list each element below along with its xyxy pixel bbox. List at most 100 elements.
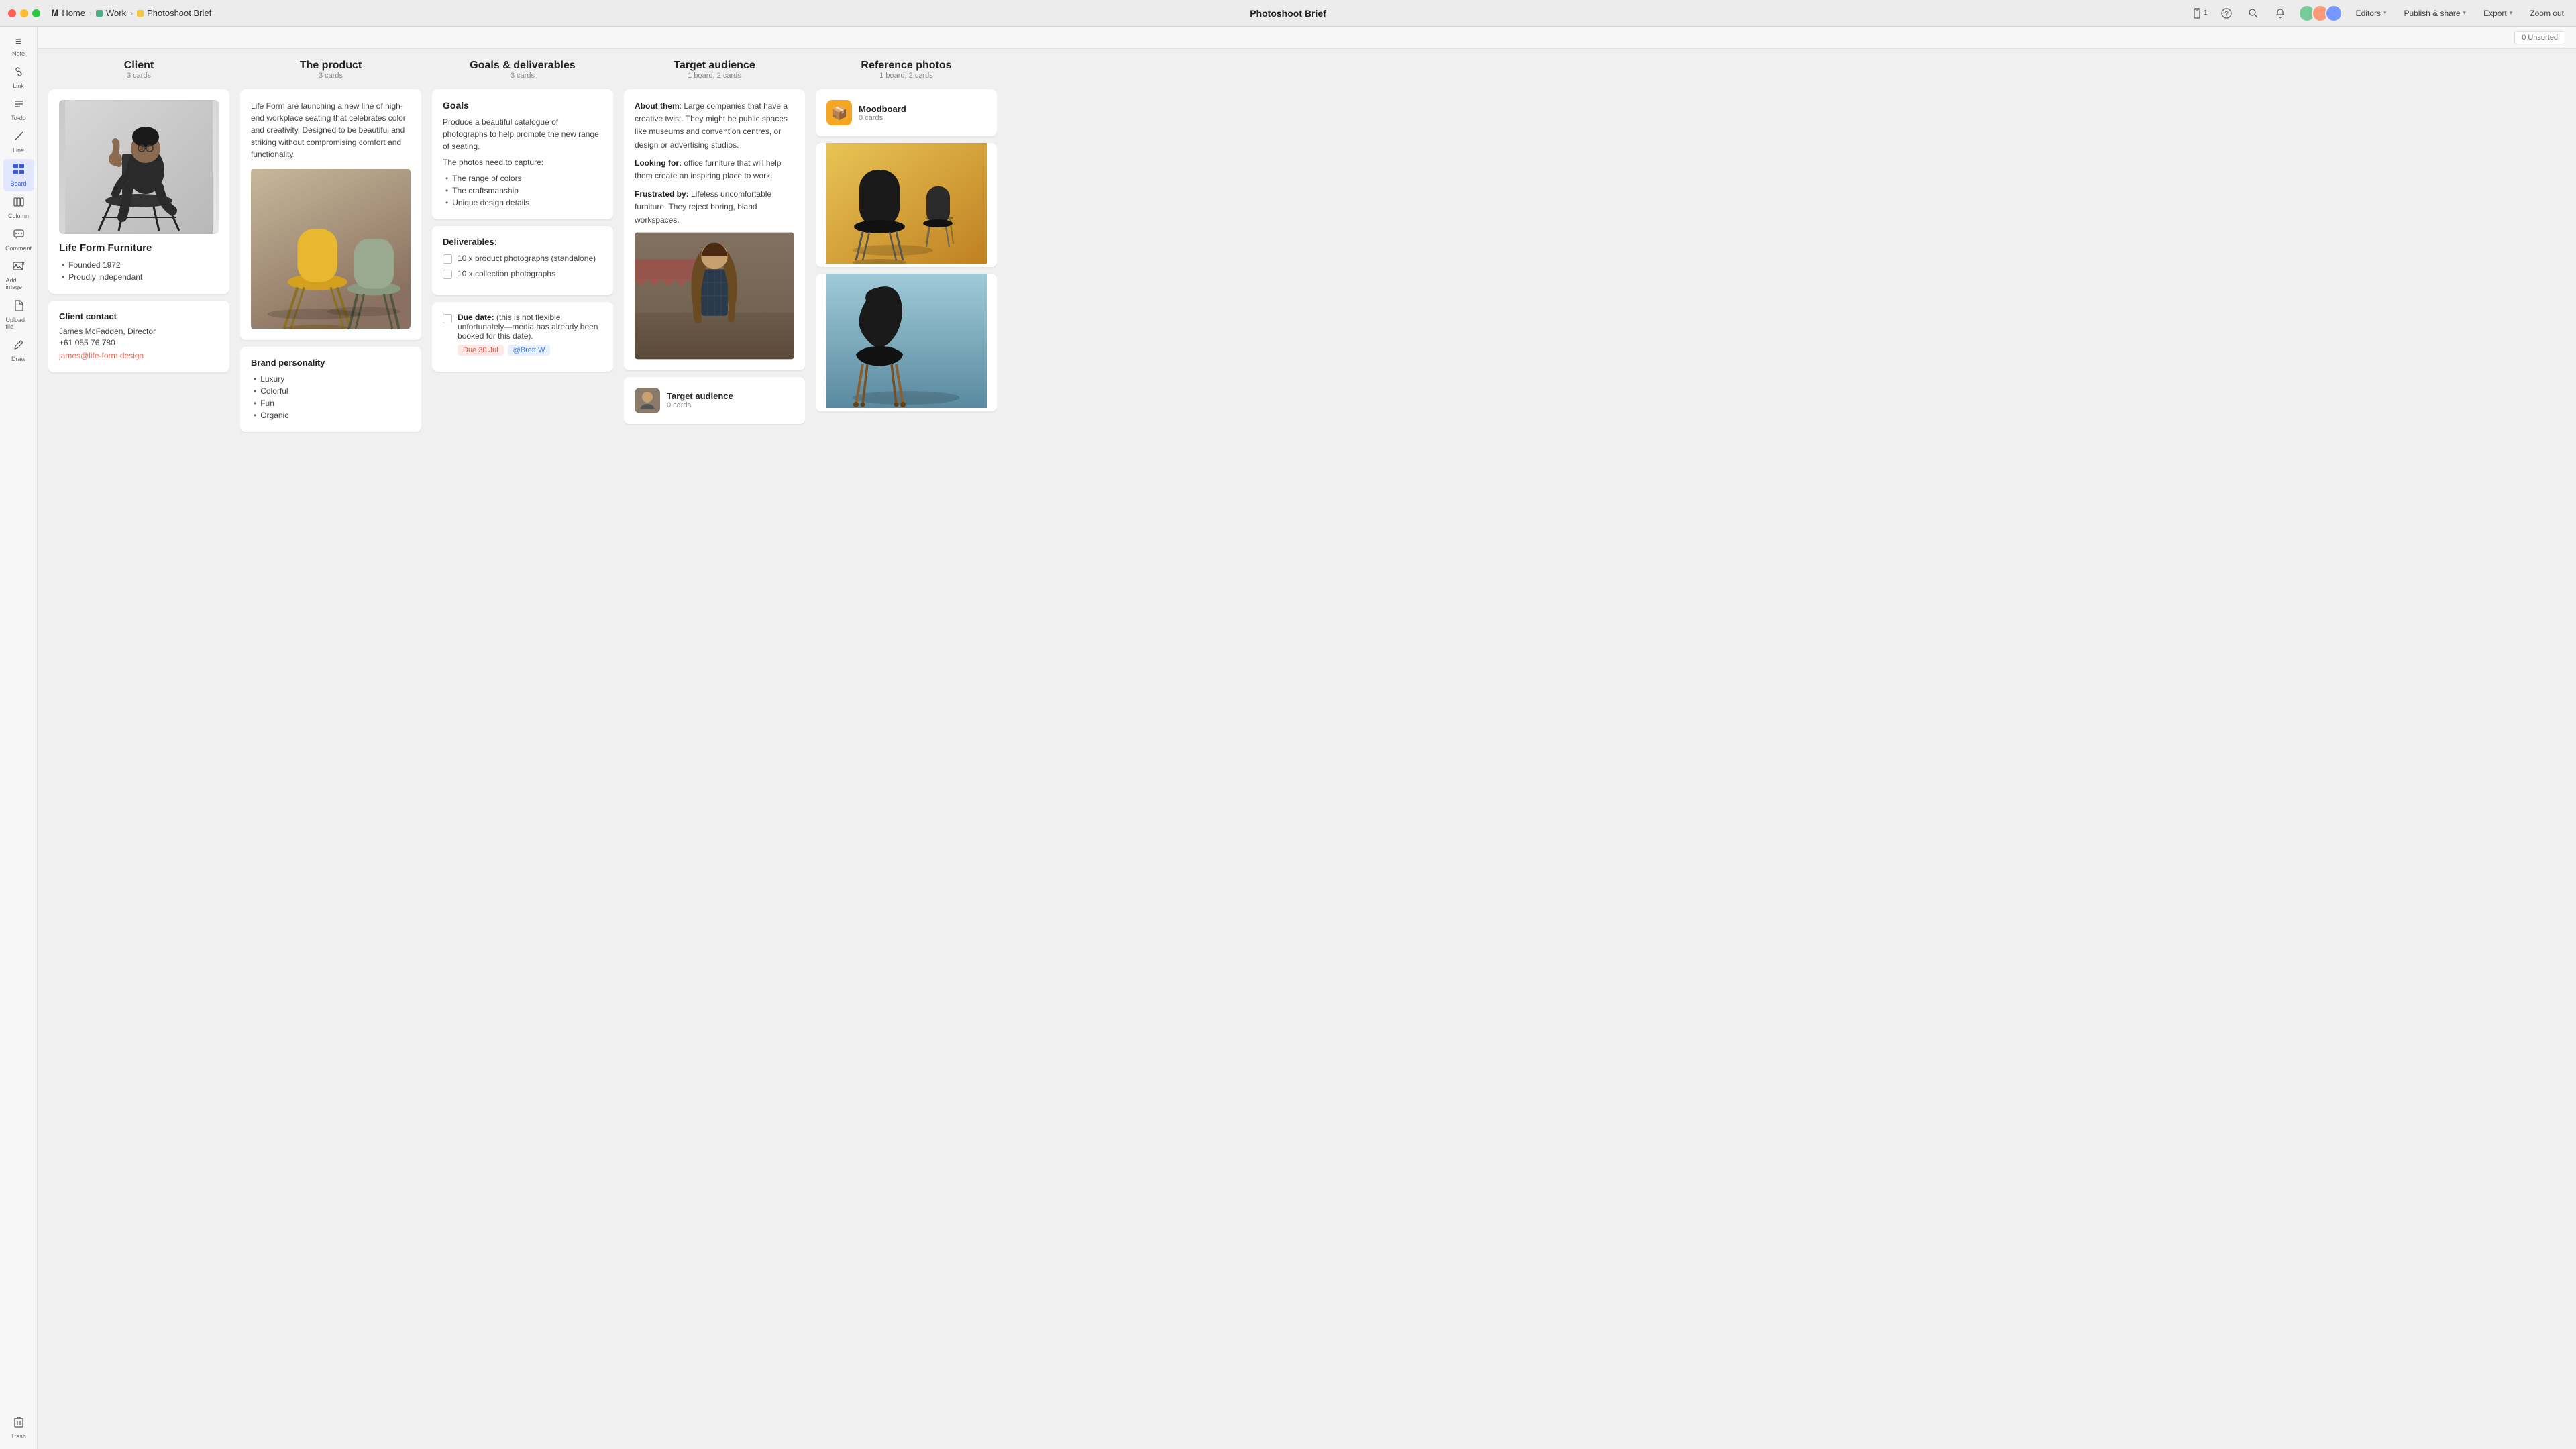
deliverable-item-2: 10 x collection photographs: [443, 269, 602, 279]
audience-board-cards: 0 cards: [667, 401, 733, 409]
sidebar-label-uploadfile: Upload file: [6, 317, 32, 330]
ref-photo-2-card: [816, 274, 997, 411]
fullscreen-button[interactable]: [32, 9, 40, 17]
minimize-button[interactable]: [20, 9, 28, 17]
audience-board-icon: [635, 388, 660, 413]
breadcrumb-work[interactable]: Work: [96, 8, 126, 18]
sidebar-item-addimage[interactable]: Add image: [3, 257, 34, 294]
about-them: About them: Large companies that have a …: [635, 100, 794, 152]
moodboard-link: 📦 Moodboard 0 cards: [826, 100, 986, 125]
brand-bullet-organic: Organic: [254, 409, 411, 421]
addimage-icon: [13, 261, 25, 275]
client-bullet-1: Founded 1972: [62, 259, 219, 271]
audience-column-title: Target audience: [624, 60, 805, 72]
draw-icon: [13, 339, 24, 354]
sidebar-item-todo[interactable]: To-do: [3, 95, 34, 125]
reference-column-title: Reference photos: [816, 60, 997, 72]
sidebar-item-note[interactable]: ≡ Note: [3, 32, 34, 61]
column-icon: [13, 197, 24, 211]
help-icon[interactable]: ?: [2218, 5, 2235, 22]
sidebar-label-comment: Comment: [5, 245, 32, 252]
goals-title: Goals: [443, 100, 602, 111]
sidebar-label-addimage: Add image: [6, 277, 32, 290]
client-contact-name: James McFadden, Director: [59, 327, 219, 336]
ref-photo-1-svg: [816, 143, 997, 264]
titlebar: 𝐌 Home › Work › Photoshoot Brief Photosh…: [0, 0, 2576, 27]
brand-bullet-luxury: Luxury: [254, 373, 411, 385]
line-icon: [13, 131, 24, 145]
publish-share-button[interactable]: Publish & share ▾: [2400, 7, 2471, 20]
sidebar-item-line[interactable]: Line: [3, 127, 34, 158]
work-dot: [96, 10, 103, 17]
client-column: Client 3 cards: [48, 60, 229, 1438]
work-label: Work: [106, 8, 126, 18]
capture-item-1: The range of colors: [445, 172, 602, 184]
sidebar-label-column: Column: [8, 213, 29, 219]
goals-card: Goals Produce a beautiful catalogue of p…: [432, 89, 613, 219]
reference-column-header: Reference photos 1 board, 2 cards: [816, 60, 997, 83]
bell-icon[interactable]: [2271, 5, 2289, 22]
search-icon[interactable]: [2245, 5, 2262, 22]
audience-board-link: Target audience 0 cards: [635, 388, 794, 413]
checkbox-2[interactable]: [443, 270, 452, 279]
titlebar-actions: 1 ? Editors ▾ Publish & share ▾ Export ▾: [2191, 5, 2568, 22]
client-column-title: Client: [48, 60, 229, 72]
page-title: Photoshoot Brief: [1250, 8, 1326, 19]
deliverable-item-1: 10 x product photographs (standalone): [443, 254, 602, 264]
audience-board-name: Target audience: [667, 391, 733, 401]
breadcrumb: 𝐌 Home › Work › Photoshoot Brief: [51, 8, 211, 19]
avatar-3: [2325, 5, 2343, 22]
home-label: Home: [62, 8, 85, 18]
audience-board-card[interactable]: Target audience 0 cards: [624, 377, 805, 424]
breadcrumb-photoshoot[interactable]: Photoshoot Brief: [137, 8, 211, 18]
photoshoot-label: Photoshoot Brief: [147, 8, 211, 18]
uploadfile-icon: [14, 300, 23, 315]
due-date-card: Due date: (this is not flexible unfortun…: [432, 302, 613, 372]
sidebar-label-link: Link: [13, 83, 24, 89]
product-column-title: The product: [240, 60, 421, 72]
user-badge: @Brett W: [508, 345, 551, 356]
audience-photo: [635, 232, 794, 360]
svg-text:?: ?: [2224, 11, 2229, 18]
sidebar-item-link[interactable]: Link: [3, 62, 34, 93]
chairs-svg: [251, 168, 411, 329]
sidebar-label-draw: Draw: [11, 356, 25, 362]
sidebar-item-trash[interactable]: Trash: [3, 1413, 34, 1444]
sidebar-item-column[interactable]: Column: [3, 193, 34, 223]
capture-item-3: Unique design details: [445, 197, 602, 209]
client-photo-svg: [65, 100, 213, 234]
client-column-header: Client 3 cards: [48, 60, 229, 83]
close-button[interactable]: [8, 9, 16, 17]
deliverable-label-2: 10 x collection photographs: [458, 269, 555, 278]
zoom-button[interactable]: Zoom out: [2526, 7, 2568, 20]
breadcrumb-home[interactable]: 𝐌 Home: [51, 8, 85, 19]
due-date-label: Due date: (this is not flexible unfortun…: [458, 313, 602, 341]
export-button[interactable]: Export ▾: [2479, 7, 2516, 20]
product-column-subtitle: 3 cards: [240, 72, 421, 80]
brand-bullets: Luxury Colorful Fun Organic: [251, 373, 411, 421]
checkbox-1[interactable]: [443, 254, 452, 264]
unsorted-badge: 0 Unsorted: [2514, 31, 2565, 44]
sidebar-item-uploadfile[interactable]: Upload file: [3, 296, 34, 334]
client-bullets: Founded 1972 Proudly independant: [59, 259, 219, 283]
goals-column-subtitle: 3 cards: [432, 72, 613, 80]
chevron-down-icon: ▾: [2463, 9, 2467, 17]
product-desc-card: Life Form are launching a new line of hi…: [240, 89, 421, 340]
due-date-row: Due date: (this is not flexible unfortun…: [443, 313, 602, 356]
board-area: Client 3 cards: [38, 49, 2576, 1449]
clipboard-icon[interactable]: 1: [2191, 5, 2208, 22]
goals-column-header: Goals & deliverables 3 cards: [432, 60, 613, 83]
brand-personality-card: Brand personality Luxury Colorful Fun Or…: [240, 347, 421, 432]
editors-button[interactable]: Editors ▾: [2352, 7, 2391, 20]
chevron-down-icon: ▾: [2510, 9, 2513, 17]
due-date-checkbox[interactable]: [443, 314, 452, 323]
sidebar-item-comment[interactable]: Comment: [3, 225, 34, 256]
sidebar-item-draw[interactable]: Draw: [3, 335, 34, 366]
content-area: 0 Unsorted Client 3 cards: [38, 27, 2576, 1449]
avatar-group: [2298, 5, 2343, 22]
sidebar-item-board[interactable]: Board: [3, 159, 34, 191]
client-contact-email[interactable]: james@life-form.design: [59, 351, 144, 360]
capture-label: The photos need to capture:: [443, 158, 602, 167]
moodboard-name: Moodboard: [859, 104, 906, 114]
moodboard-card[interactable]: 📦 Moodboard 0 cards: [816, 89, 997, 136]
